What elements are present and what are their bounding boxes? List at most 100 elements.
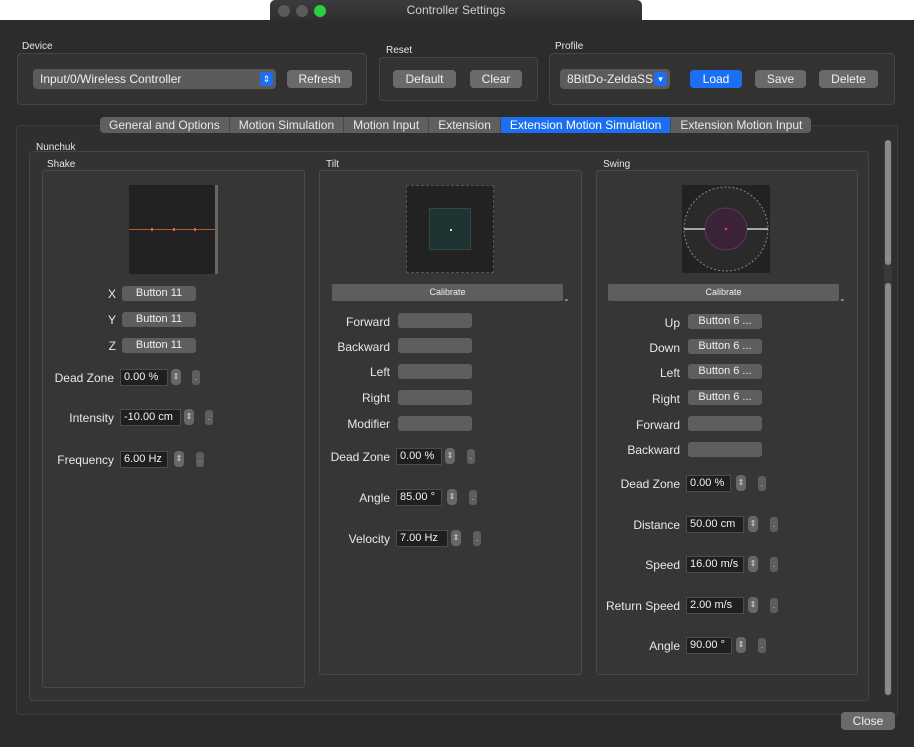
scrollbar-thumb[interactable]	[885, 283, 891, 695]
shake-frequency-stepper[interactable]: ⇕	[174, 451, 184, 467]
shake-y-label: Y	[107, 313, 116, 327]
tilt-right-mapping[interactable]	[398, 390, 472, 405]
tab-extension[interactable]: Extension	[428, 117, 500, 133]
close-button[interactable]: Close	[841, 712, 895, 730]
shake-intensity-stepper[interactable]: ⇕	[184, 409, 194, 425]
tab-extension-motion-simulation[interactable]: Extension Motion Simulation	[499, 117, 671, 133]
swing-left-mapping[interactable]: Button 6 ...	[688, 364, 762, 379]
tilt-left-mapping[interactable]	[398, 364, 472, 379]
tab-general-and-options[interactable]: General and Options	[100, 117, 229, 133]
shake-preview	[129, 185, 218, 274]
refresh-button[interactable]: Refresh	[287, 70, 352, 88]
clear-button[interactable]: Clear	[470, 70, 522, 88]
tab-motion-simulation[interactable]: Motion Simulation	[228, 117, 343, 133]
swing-forward-mapping[interactable]	[688, 416, 762, 431]
shake-x-mapping[interactable]: Button 11	[122, 286, 196, 301]
title-bar[interactable]: Controller Settings	[270, 0, 642, 20]
swing-group-label: Swing	[603, 159, 631, 170]
tilt-angle-label: Angle	[359, 491, 390, 505]
swing-angle-input[interactable]: 90.00 °	[686, 637, 732, 654]
swing-right-mapping[interactable]: Button 6 ...	[688, 390, 762, 405]
tilt-velocity-stepper[interactable]: ⇕	[451, 530, 461, 546]
window-title: Controller Settings	[406, 3, 506, 17]
tilt-angle-input[interactable]: 85.00 °	[396, 489, 442, 506]
swing-angle-more[interactable]: .	[758, 638, 766, 653]
tilt-dead-zone-more[interactable]: .	[467, 449, 475, 464]
shake-dead-zone-label: Dead Zone	[54, 371, 114, 385]
shake-intensity-more[interactable]: .	[205, 410, 213, 425]
scrollbar-thumb-upper[interactable]	[885, 140, 891, 265]
tab-bar: General and Options Motion Simulation Mo…	[100, 117, 812, 133]
profile-group: 8BitDo-ZeldaSS ▾ Load Save Delete	[549, 53, 895, 105]
shake-group-label: Shake	[47, 159, 76, 170]
delete-button[interactable]: Delete	[819, 70, 878, 88]
tilt-dead-zone-stepper[interactable]: ⇕	[445, 448, 455, 464]
swing-return-speed-stepper[interactable]: ⇕	[748, 597, 758, 613]
profile-select[interactable]: 8BitDo-ZeldaSS ▾	[560, 69, 670, 89]
swing-forward-label: Forward	[635, 418, 680, 432]
tilt-backward-mapping[interactable]	[398, 338, 472, 353]
default-button[interactable]: Default	[393, 70, 456, 88]
swing-left-label: Left	[659, 366, 680, 380]
tilt-angle-stepper[interactable]: ⇕	[447, 489, 457, 505]
swing-calibrate-button[interactable]: Calibrate	[608, 284, 839, 301]
tilt-modifier-mapping[interactable]	[398, 416, 472, 431]
device-group: Input/0/Wireless Controller ⇕ Refresh	[17, 53, 367, 105]
shake-z-label: Z	[108, 339, 116, 353]
tilt-forward-label: Forward	[345, 315, 390, 329]
tilt-velocity-input[interactable]: 7.00 Hz	[396, 530, 448, 547]
tilt-angle-more[interactable]: .	[469, 490, 477, 505]
swing-down-mapping[interactable]: Button 6 ...	[688, 339, 762, 354]
tilt-velocity-more[interactable]: .	[473, 531, 481, 546]
device-group-label: Device	[22, 41, 53, 52]
tilt-calibrate-button[interactable]: Calibrate	[332, 284, 563, 301]
save-button[interactable]: Save	[755, 70, 806, 88]
tilt-left-label: Left	[369, 365, 390, 379]
swing-distance-input[interactable]: 50.00 cm	[686, 516, 744, 533]
swing-distance-stepper[interactable]: ⇕	[748, 516, 758, 532]
swing-return-speed-more[interactable]: .	[770, 598, 778, 613]
shake-dead-zone-input[interactable]: 0.00 %	[120, 369, 168, 386]
tilt-preview	[406, 185, 494, 273]
shake-intensity-label: Intensity	[69, 411, 114, 425]
swing-return-speed-label: Return Speed	[605, 599, 680, 613]
tab-motion-input[interactable]: Motion Input	[343, 117, 428, 133]
device-select[interactable]: Input/0/Wireless Controller ⇕	[33, 69, 276, 89]
swing-dead-zone-stepper[interactable]: ⇕	[736, 475, 746, 491]
swing-dead-zone-more[interactable]: .	[758, 476, 766, 491]
swing-speed-more[interactable]: .	[770, 557, 778, 572]
swing-up-mapping[interactable]: Button 6 ...	[688, 314, 762, 329]
swing-calibrate-chevron-icon[interactable]: ⌄	[839, 294, 846, 303]
swing-speed-input[interactable]: 16.00 m/s	[686, 556, 744, 573]
reset-group-label: Reset	[386, 45, 413, 56]
tab-extension-motion-input[interactable]: Extension Motion Input	[670, 117, 811, 133]
tilt-dead-zone-label: Dead Zone	[330, 450, 390, 464]
tilt-velocity-label: Velocity	[348, 532, 390, 546]
shake-intensity-input[interactable]: -10.00 cm	[120, 409, 181, 426]
tilt-right-label: Right	[361, 391, 390, 405]
tilt-calibrate-chevron-icon[interactable]: ⌄	[563, 294, 570, 303]
swing-distance-more[interactable]: .	[770, 517, 778, 532]
profile-select-value: 8BitDo-ZeldaSS	[567, 72, 654, 86]
device-select-value: Input/0/Wireless Controller	[40, 72, 182, 86]
profile-group-label: Profile	[555, 41, 584, 52]
shake-frequency-label: Frequency	[57, 453, 114, 467]
shake-y-mapping[interactable]: Button 11	[122, 312, 196, 327]
swing-backward-mapping[interactable]	[688, 442, 762, 457]
tilt-dead-zone-input[interactable]: 0.00 %	[396, 448, 442, 465]
shake-dead-zone-more[interactable]: .	[192, 370, 200, 385]
swing-distance-label: Distance	[633, 518, 680, 532]
shake-dead-zone-stepper[interactable]: ⇕	[171, 369, 181, 385]
swing-angle-stepper[interactable]: ⇕	[736, 637, 746, 653]
chevron-updown-icon: ⇕	[260, 72, 273, 86]
tilt-forward-mapping[interactable]	[398, 313, 472, 328]
reset-group: Default Clear	[379, 57, 538, 101]
swing-dead-zone-input[interactable]: 0.00 %	[686, 475, 731, 492]
shake-frequency-more[interactable]: .	[196, 452, 204, 467]
load-button[interactable]: Load	[690, 70, 742, 88]
shake-z-mapping[interactable]: Button 11	[122, 338, 196, 353]
swing-return-speed-input[interactable]: 2.00 m/s	[686, 597, 744, 614]
shake-frequency-input[interactable]: 6.00 Hz	[120, 451, 168, 468]
swing-speed-stepper[interactable]: ⇕	[748, 556, 758, 572]
chevron-down-icon: ▾	[654, 72, 667, 86]
